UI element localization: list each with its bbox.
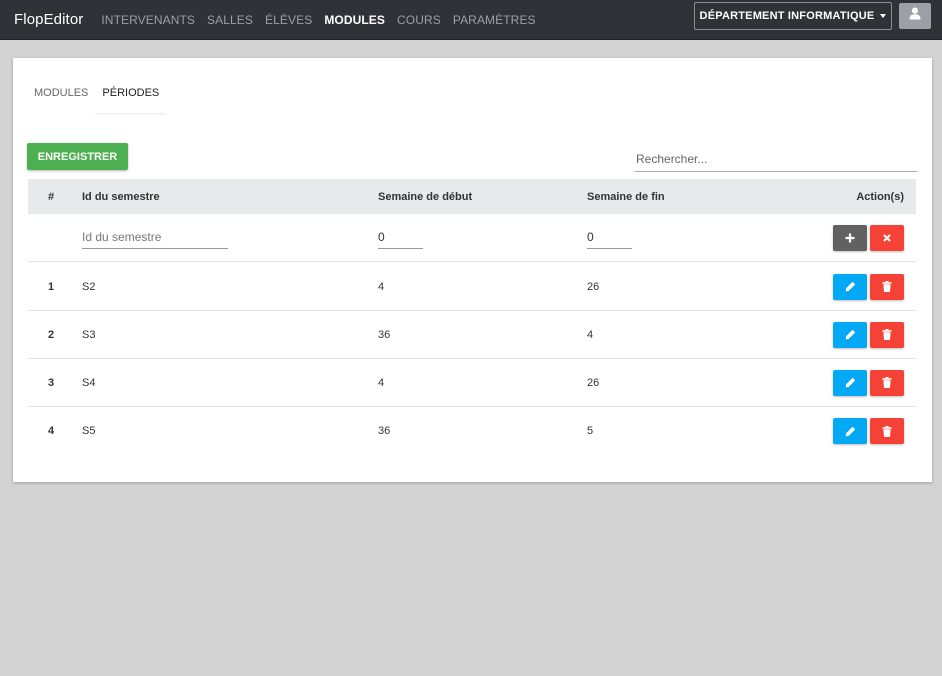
pencil-icon: [845, 377, 856, 388]
row-end-week: 5: [587, 425, 594, 437]
table-row: 2 S3 36 4: [28, 311, 916, 359]
table-header: # Id du semestre Semaine de début Semain…: [28, 179, 916, 214]
delete-button[interactable]: [870, 321, 904, 348]
row-actions: [830, 263, 904, 310]
close-icon: [883, 233, 891, 242]
nav-link-eleves[interactable]: ÉLÈVES: [265, 13, 312, 27]
new-period-row: [28, 214, 916, 262]
new-semester-cell: [82, 214, 228, 261]
pencil-icon: [845, 426, 856, 437]
edit-button[interactable]: [833, 321, 867, 348]
user-icon: [909, 7, 921, 25]
department-dropdown[interactable]: DÉPARTEMENT INFORMATIQUE: [694, 2, 892, 30]
nav-link-modules[interactable]: MODULES: [324, 13, 385, 27]
row-start-week: 4: [378, 376, 385, 389]
delete-button[interactable]: [870, 418, 904, 444]
nav-link-parametres[interactable]: PARAMÈTRES: [453, 13, 536, 27]
edit-button[interactable]: [833, 369, 867, 396]
row-index: 3: [47, 376, 55, 389]
end-week-input[interactable]: [587, 226, 632, 249]
delete-button[interactable]: [870, 369, 904, 396]
row-start-week: 36: [378, 425, 391, 437]
header-index: #: [47, 190, 55, 203]
semester-id-input[interactable]: [82, 226, 228, 249]
save-button[interactable]: ENREGISTRER: [27, 143, 128, 170]
delete-button[interactable]: [870, 273, 904, 300]
top-navbar: FlopEditor INTERVENANTS SALLES ÉLÈVES MO…: [0, 0, 942, 40]
user-menu-button[interactable]: [899, 3, 931, 29]
row-semester-id: S3: [82, 328, 96, 341]
app-brand[interactable]: FlopEditor: [14, 11, 83, 28]
row-end-week: 26: [587, 376, 600, 389]
nav-links: INTERVENANTS SALLES ÉLÈVES MODULES COURS…: [101, 13, 547, 27]
row-start-week: 4: [378, 280, 385, 293]
trash-icon: [882, 281, 892, 292]
row-index: 4: [47, 425, 55, 437]
nav-link-cours[interactable]: COURS: [397, 13, 441, 27]
row-actions: [830, 359, 904, 406]
new-start-cell: [378, 214, 423, 261]
row-actions: [830, 407, 904, 455]
start-week-input[interactable]: [378, 226, 423, 249]
header-semester-id[interactable]: Id du semestre: [82, 179, 160, 214]
header-actions: Action(s): [856, 190, 904, 203]
edit-button[interactable]: [833, 273, 867, 300]
pencil-icon: [845, 329, 856, 340]
row-semester-id: S5: [82, 425, 96, 437]
nav-link-salles[interactable]: SALLES: [207, 13, 253, 27]
trash-icon: [882, 425, 892, 437]
row-semester-id: S2: [82, 280, 96, 293]
row-index: 2: [47, 328, 55, 341]
tab-modules[interactable]: MODULES: [27, 80, 95, 114]
periods-card: MODULES PÉRIODES ENREGISTRER # Id du sem…: [13, 58, 932, 482]
header-end-week[interactable]: Semaine de fin: [587, 179, 665, 214]
caret-down-icon: [880, 14, 887, 18]
row-end-week: 26: [587, 280, 600, 293]
trash-icon: [882, 329, 892, 340]
table-row: 1 S2 4 26: [28, 263, 916, 311]
row-actions: [830, 311, 904, 358]
edit-button[interactable]: [833, 418, 867, 444]
plus-icon: [845, 233, 855, 243]
row-end-week: 4: [587, 328, 594, 341]
row-index: 1: [47, 280, 55, 293]
table-row: 3 S4 4 26: [28, 359, 916, 407]
row-semester-id: S4: [82, 376, 96, 389]
add-period-button[interactable]: [833, 224, 867, 251]
pencil-icon: [845, 281, 856, 292]
header-start-week[interactable]: Semaine de début: [378, 179, 472, 214]
row-start-week: 36: [378, 328, 391, 341]
table-row: 4 S5 36 5: [28, 407, 916, 455]
nav-link-intervenants[interactable]: INTERVENANTS: [101, 13, 195, 27]
department-label: DÉPARTEMENT INFORMATIQUE: [699, 10, 875, 22]
tab-periodes[interactable]: PÉRIODES: [95, 80, 167, 114]
search-input[interactable]: [635, 146, 917, 172]
tab-bar: MODULES PÉRIODES: [27, 80, 167, 114]
cancel-new-period-button[interactable]: [870, 224, 904, 251]
new-end-cell: [587, 214, 632, 261]
new-row-actions: [830, 214, 904, 261]
trash-icon: [882, 377, 892, 388]
